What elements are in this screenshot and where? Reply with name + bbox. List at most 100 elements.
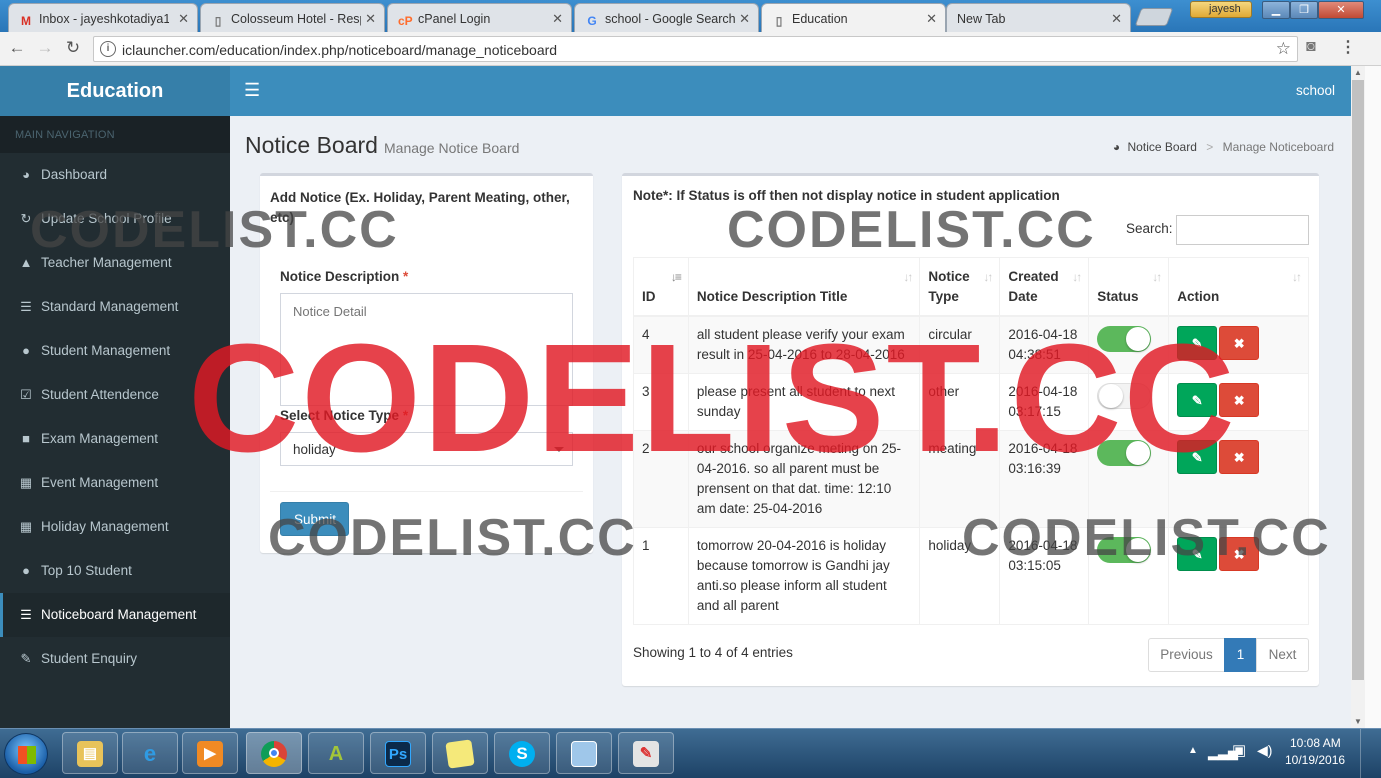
status-toggle[interactable] (1097, 325, 1152, 352)
taskbar-window[interactable] (556, 732, 612, 774)
reload-icon[interactable]: ↻ (62, 38, 84, 58)
close-icon[interactable]: ✕ (178, 11, 189, 27)
explorer-icon: ▤ (77, 741, 103, 767)
close-icon[interactable]: ✕ (552, 11, 563, 27)
delete-button[interactable]: ✖ (1219, 439, 1260, 474)
next-page-button[interactable]: Next (1256, 638, 1309, 672)
sidebar-item-teacher-management[interactable]: ▲ Teacher Management (0, 241, 230, 285)
column-header-status[interactable]: Status ↓↑ (1088, 257, 1170, 317)
scroll-down-icon[interactable]: ▼ (1354, 717, 1362, 726)
status-toggle[interactable] (1097, 439, 1152, 466)
status-toggle[interactable] (1097, 536, 1152, 563)
sidebar-item-student-enquiry[interactable]: ✎ Student Enquiry (0, 637, 230, 681)
edit-button[interactable]: ✎ (1177, 382, 1218, 417)
column-header-date[interactable]: Created Date ↓↑ (999, 257, 1090, 317)
windows-taskbar: ▤ e ▶ A Ps S ✎ ▲ ▂▃▅ ▣ ◀) 10:08 AM 10/19… (0, 728, 1381, 778)
sidebar-item-update-school-profile[interactable]: ↻ Update School Profile (0, 197, 230, 241)
toggle-knob (1126, 440, 1151, 465)
edit-button[interactable]: ✎ (1177, 536, 1218, 571)
scroll-thumb[interactable] (1352, 80, 1364, 680)
minimize-button[interactable]: ▁ (1262, 1, 1290, 19)
cell-title: all student please verify your exam resu… (687, 315, 921, 374)
close-icon[interactable]: ✕ (1111, 11, 1122, 27)
edit-button[interactable]: ✎ (1177, 439, 1218, 474)
column-header-type[interactable]: Notice Type ↓↑ (919, 257, 1001, 317)
tab-google-search[interactable]: Gschool - Google Search ✕ (574, 3, 759, 32)
app-logo[interactable]: Education (0, 66, 230, 116)
info-icon[interactable]: i (100, 41, 116, 57)
forward-icon[interactable]: → (34, 38, 56, 58)
new-tab-button[interactable] (1134, 8, 1174, 26)
taskbar-chrome[interactable] (246, 732, 302, 774)
tab-colosseum[interactable]: ▯ Colosseum Hotel - Resp ✕ (200, 3, 385, 32)
column-header-id[interactable]: ID ↓≡ (633, 257, 689, 317)
user-icon: ● (22, 343, 30, 358)
window-close-button[interactable]: ✕ (1318, 1, 1364, 19)
maximize-button[interactable]: ❐ (1290, 1, 1318, 19)
tab-education[interactable]: ▯ Education ✕ (761, 3, 946, 32)
submit-button[interactable]: Submit (280, 502, 349, 536)
toggle-knob (1126, 326, 1151, 351)
close-icon[interactable]: ✕ (926, 11, 937, 27)
tray-expand-icon[interactable]: ▲ (1188, 745, 1198, 756)
page-1-button[interactable]: 1 (1224, 638, 1257, 672)
delete-button[interactable]: ✖ (1219, 325, 1260, 360)
search-input[interactable] (1176, 215, 1309, 245)
sidebar-item-holiday-management[interactable]: ▦ Holiday Management (0, 505, 230, 549)
taskbar-explorer[interactable]: ▤ (62, 732, 118, 774)
taskbar-photoshop[interactable]: Ps (370, 732, 426, 774)
edit-button[interactable]: ✎ (1177, 325, 1218, 360)
network-icon[interactable]: ▣ (1232, 741, 1246, 759)
status-toggle[interactable] (1097, 382, 1152, 409)
sidebar-item-top-10-student[interactable]: ● Top 10 Student (0, 549, 230, 593)
delete-button[interactable]: ✖ (1219, 382, 1260, 417)
browser-user-chip[interactable]: jayesh (1190, 1, 1252, 18)
tab-new-tab[interactable]: New Tab ✕ (946, 3, 1131, 32)
close-icon[interactable]: ✕ (739, 11, 750, 27)
show-desktop-button[interactable] (1360, 729, 1381, 778)
volume-icon[interactable]: ◀) (1257, 742, 1272, 759)
tab-gmail[interactable]: M Inbox - jayeshkotadiya1 ✕ (8, 3, 198, 32)
browser-menu-icon[interactable]: ⋮ (1340, 37, 1356, 57)
url-field[interactable]: i iclauncher.com/education/index.php/not… (93, 36, 1298, 62)
camera-icon[interactable]: ◙ (1306, 38, 1316, 56)
taskbar-android-studio[interactable]: A (308, 732, 364, 774)
notice-description-input[interactable] (280, 293, 573, 406)
notice-type-select[interactable]: holiday (280, 432, 573, 466)
sidebar-item-exam-management[interactable]: ■ Exam Management (0, 417, 230, 461)
sidebar-item-standard-management[interactable]: ☰ Standard Management (0, 285, 230, 329)
table-row: 4 all student please verify your exam re… (633, 315, 1309, 374)
column-header-title[interactable]: Notice Description Title ↓↑ (687, 257, 921, 317)
calendar-check-icon: ☑ (20, 387, 32, 402)
sidebar-item-student-management[interactable]: ● Student Management (0, 329, 230, 373)
add-notice-box: Add Notice (Ex. Holiday, Parent Meating,… (260, 173, 593, 553)
user-menu[interactable]: school (1296, 83, 1335, 98)
star-icon[interactable]: ☆ (1276, 39, 1291, 59)
taskbar-sticky-notes[interactable] (432, 732, 488, 774)
sidebar-item-dashboard[interactable]: ◕ Dashboard (0, 153, 230, 197)
sidebar-item-student-attendence[interactable]: ☑ Student Attendence (0, 373, 230, 417)
cell-status (1088, 315, 1170, 374)
start-button[interactable] (4, 733, 48, 775)
sidebar-toggle-icon[interactable]: ☰ (244, 80, 260, 101)
taskbar-skype[interactable]: S (494, 732, 550, 774)
close-icon[interactable]: ✕ (365, 11, 376, 27)
taskbar-paint[interactable]: ✎ (618, 732, 674, 774)
taskbar-media-player[interactable]: ▶ (182, 732, 238, 774)
tab-cpanel[interactable]: cP cPanel Login ✕ (387, 3, 572, 32)
clock-time[interactable]: 10:08 AM (1290, 736, 1341, 750)
clock-date[interactable]: 10/19/2016 (1285, 753, 1345, 767)
column-header-action[interactable]: Action ↓↑ (1168, 257, 1309, 317)
previous-page-button[interactable]: Previous (1148, 638, 1225, 672)
delete-button[interactable]: ✖ (1219, 536, 1260, 571)
sidebar-item-event-management[interactable]: ▦ Event Management (0, 461, 230, 505)
page-subtitle: Manage Notice Board (384, 140, 520, 156)
breadcrumb-link[interactable]: Notice Board (1128, 140, 1197, 154)
notice-type-label: Select Notice Type * (280, 408, 409, 423)
taskbar-ie[interactable]: e (122, 732, 178, 774)
back-icon[interactable]: ← (6, 38, 28, 58)
cell-action: ✎ ✖ (1168, 315, 1309, 374)
sidebar-item-noticeboard-management[interactable]: ☰ Noticeboard Management (0, 593, 230, 637)
scroll-up-icon[interactable]: ▲ (1354, 68, 1362, 77)
page-scrollbar[interactable]: ▲ ▼ (1351, 66, 1365, 728)
